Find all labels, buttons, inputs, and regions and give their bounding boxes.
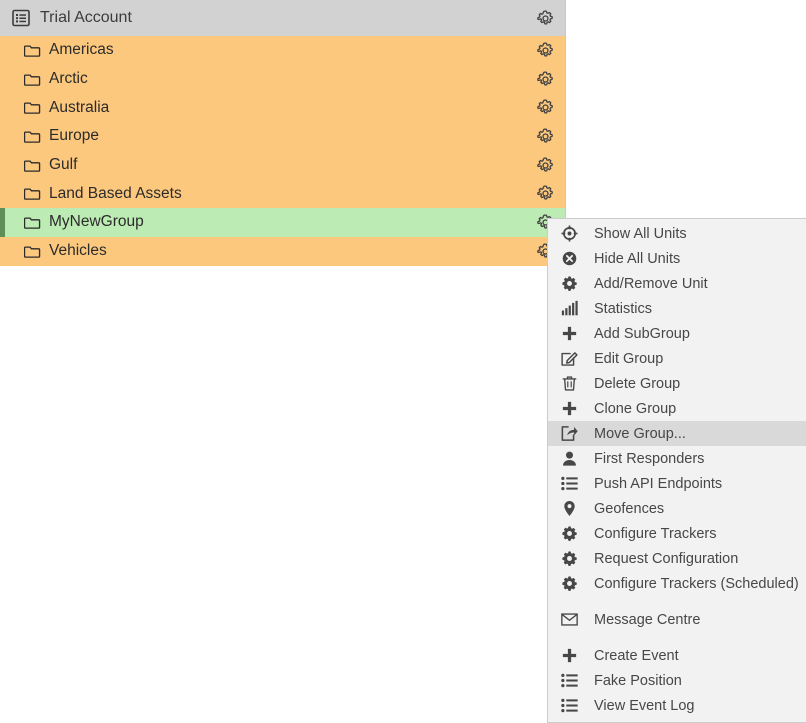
context-menu-item-label: Add/Remove Unit [594,275,708,292]
tree-row-label: Australia [49,98,110,116]
context-menu-item[interactable]: Clone Group [548,396,806,421]
trash-icon [558,375,580,393]
plus-icon [558,400,580,418]
context-menu-item-label: Geofences [594,500,665,517]
context-menu-item-label: First Responders [594,450,705,467]
gear-outline-icon[interactable] [536,156,555,175]
folder-outline-icon [24,157,41,174]
list-icon [558,697,580,715]
context-menu-item-label: Show All Units [594,225,687,242]
tree-row[interactable]: Gulf [0,150,565,180]
tree-row-label: Europe [49,127,99,145]
tree-row[interactable]: Arctic [0,64,565,94]
context-menu-item-label: Request Configuration [594,550,739,567]
context-menu-item[interactable]: Create Event [548,643,806,668]
folder-outline-icon [24,71,41,88]
context-menu-item-label: Add SubGroup [594,325,690,342]
list-icon [558,672,580,690]
context-menu-item[interactable]: Add SubGroup [548,321,806,346]
context-menu-item-label: Create Event [594,647,679,664]
edit-pencil-icon [558,350,580,368]
account-title: Trial Account [40,9,132,26]
tree-row[interactable]: Europe [0,122,565,151]
context-menu-item[interactable]: Move Group... [548,421,806,446]
circle-x-icon [558,250,580,268]
list-box-icon [12,9,30,27]
tree-header-row[interactable]: Trial Account [0,0,565,36]
context-menu-item-label: View Event Log [594,697,695,714]
context-menu-item-label: Configure Trackers (Scheduled) [594,575,799,592]
context-menu-item-label: Move Group... [594,425,686,442]
person-icon [558,450,580,468]
context-menu-item[interactable]: First Responders [548,446,806,471]
context-menu-item[interactable]: Add/Remove Unit [548,271,806,296]
tree-row[interactable]: Land Based Assets [0,179,565,209]
context-menu-item-label: Configure Trackers [594,525,717,542]
context-menu-item[interactable]: Hide All Units [548,246,806,271]
context-menu-item[interactable]: Geofences [548,496,806,521]
folder-outline-icon [24,128,41,145]
tree-row-label: Vehicles [49,242,107,260]
gear-icon [558,575,580,593]
context-menu-item-label: Hide All Units [594,250,681,267]
gear-outline-icon[interactable] [536,184,555,203]
context-menu-item[interactable]: Push API Endpoints [548,471,806,496]
context-menu-item[interactable]: Message Centre [548,607,806,632]
group-tree-panel: Trial Account Americas Arctic Australia Eur… [0,0,566,266]
tree-row[interactable]: Vehicles [0,236,565,266]
gear-icon [558,525,580,543]
gear-icon [558,275,580,293]
context-menu-item[interactable]: Configure Trackers [548,521,806,546]
tree-row-label: Arctic [49,70,88,88]
group-list: Americas Arctic Australia Europe Gulf Land Ba… [0,36,565,266]
envelope-icon [558,611,580,629]
context-menu-item-label: Fake Position [594,672,682,689]
map-pin-icon [558,500,580,518]
tree-row[interactable]: Australia [0,93,565,123]
gear-outline-icon[interactable] [536,41,555,60]
gear-outline-icon[interactable] [536,9,555,28]
tree-row-label: MyNewGroup [49,213,144,231]
context-menu-item-label: Edit Group [594,350,664,367]
list-icon [558,475,580,493]
gear-icon [558,550,580,568]
plus-icon [558,325,580,343]
context-menu-item-label: Message Centre [594,611,701,628]
tree-row-label: Land Based Assets [49,184,182,202]
menu-separator [548,596,806,607]
tree-row-label: Gulf [49,156,78,174]
gear-outline-icon[interactable] [536,127,555,146]
crosshair-icon [558,225,580,243]
folder-outline-icon [24,185,41,202]
tree-row[interactable]: Americas [0,36,565,65]
menu-separator [548,632,806,643]
bar-chart-icon [558,300,580,318]
context-menu-item-label: Push API Endpoints [594,475,723,492]
tree-row[interactable]: MyNewGroup [0,208,565,237]
folder-outline-icon [24,99,41,116]
plus-icon [558,647,580,665]
context-menu-item[interactable]: Statistics [548,296,806,321]
context-menu-item[interactable]: View Event Log [548,693,806,718]
folder-outline-icon [24,243,41,260]
gear-outline-icon[interactable] [536,70,555,89]
tree-row-label: Americas [49,41,114,59]
context-menu-item[interactable]: Fake Position [548,668,806,693]
context-menu-item-label: Statistics [594,300,653,317]
context-menu-item[interactable]: Edit Group [548,346,806,371]
group-context-menu: Show All Units Hide All Units Add/Remove U… [547,218,806,723]
gear-outline-icon[interactable] [536,98,555,117]
context-menu-item[interactable]: Configure Trackers (Scheduled) [548,571,806,596]
context-menu-item[interactable]: Show All Units [548,221,806,246]
folder-outline-icon [24,42,41,59]
context-menu-item[interactable]: Delete Group [548,371,806,396]
context-menu-item-label: Clone Group [594,400,677,417]
share-arrow-icon [558,425,580,443]
context-menu-item[interactable]: Request Configuration [548,546,806,571]
folder-outline-icon [24,214,41,231]
context-menu-item-label: Delete Group [594,375,681,392]
